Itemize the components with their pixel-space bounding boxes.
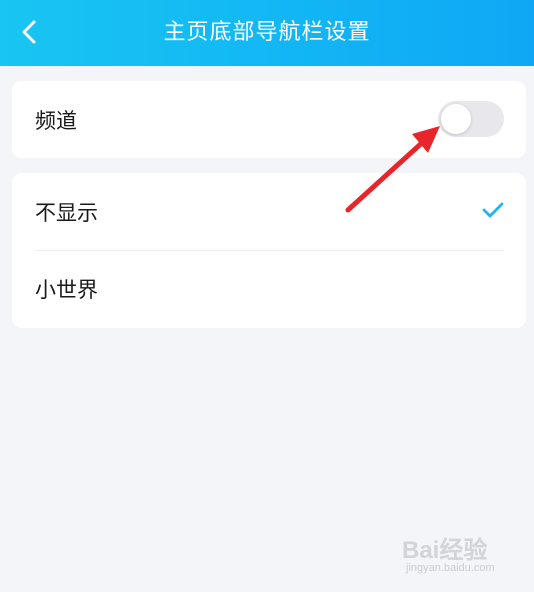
settings-page: 主页底部导航栏设置 频道 不显示 小世界 Bai经验 jingyan.baidu…: [0, 0, 534, 592]
channel-label: 频道: [35, 108, 77, 133]
channel-row: 频道: [12, 81, 526, 158]
channel-toggle[interactable]: [438, 101, 504, 137]
option-label: 小世界: [35, 277, 98, 302]
option-label: 不显示: [35, 200, 98, 225]
option-row-hide[interactable]: 不显示: [12, 173, 526, 250]
page-title: 主页底部导航栏设置: [163, 20, 371, 45]
watermark-brand: Bai经验: [402, 537, 488, 564]
header-bar: 主页底部导航栏设置: [0, 0, 534, 66]
toggle-knob: [441, 104, 471, 134]
channel-card: 频道: [12, 81, 526, 158]
watermark-url: jingyan.baidu.com: [406, 562, 495, 574]
options-card: 不显示 小世界: [12, 173, 526, 328]
option-row-small-world[interactable]: 小世界: [12, 250, 526, 327]
check-icon: [482, 202, 504, 218]
watermark: Bai经验 jingyan.baidu.com: [402, 530, 522, 580]
